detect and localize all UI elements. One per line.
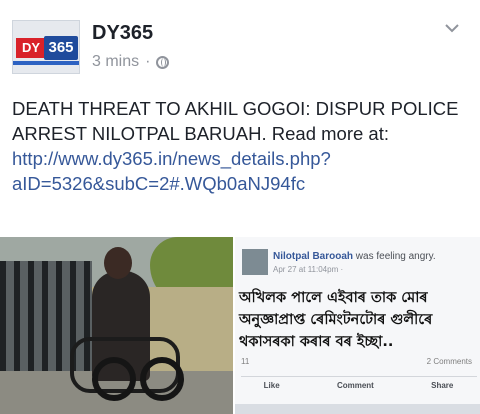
embedded-share-action: Share: [431, 381, 454, 390]
embedded-divider: [241, 376, 477, 377]
embedded-like-action: Like: [263, 381, 280, 390]
post-meta: 3 mins ·: [92, 53, 170, 71]
avatar-logo-left: DY: [16, 38, 46, 58]
embedded-comments-count: 2 Comments: [426, 357, 472, 366]
post-text: DEATH THREAT TO AKHIL GOGOI: DISPUR POLI…: [12, 96, 468, 196]
embedded-facebook-screenshot[interactable]: Nilotpal Barooah was feeling angry. Apr …: [233, 237, 480, 414]
post-media[interactable]: Nilotpal Barooah was feeling angry. Apr …: [0, 237, 480, 414]
page-name[interactable]: DY365: [92, 22, 153, 45]
photo-wheel-rear: [92, 357, 136, 401]
embedded-author: Nilotpal Barooah was feeling angry.: [273, 251, 436, 262]
avatar-stripe: [13, 61, 79, 65]
embedded-post-text: অখিলক পালে এইবাৰ তাক মোৰ অনুজ্ঞাপ্ৰাপ্ত …: [239, 290, 433, 350]
chevron-down-icon[interactable]: [444, 20, 460, 36]
meta-separator: ·: [145, 53, 151, 70]
embedded-actions: Like Comment Share: [235, 381, 480, 390]
photo-wheel-front: [140, 357, 184, 401]
globe-icon: [156, 55, 170, 69]
post-body: DEATH THREAT TO AKHIL GOGOI: DISPUR POLI…: [12, 98, 459, 144]
post-header: DY 365 DY365 3 mins ·: [0, 0, 480, 90]
avatar-logo-right: 365: [44, 36, 78, 60]
embedded-status: was feeling angry.: [353, 251, 436, 262]
post-link[interactable]: http://www.dy365.in/news_details.php?aID…: [12, 148, 331, 194]
embedded-date: Apr 27 at 11:04pm ·: [273, 265, 344, 274]
post-time[interactable]: 3 mins: [92, 53, 139, 71]
embedded-comment-action: Comment: [336, 381, 374, 390]
embedded-likes-count: 11: [241, 357, 250, 366]
photo-man-on-motorcycle[interactable]: [0, 237, 233, 414]
embedded-avatar: [242, 249, 268, 275]
embedded-bottom-bar: [235, 404, 480, 414]
photo-head: [104, 247, 132, 279]
page-avatar[interactable]: DY 365: [12, 20, 80, 74]
embedded-author-name: Nilotpal Barooah: [273, 251, 354, 262]
